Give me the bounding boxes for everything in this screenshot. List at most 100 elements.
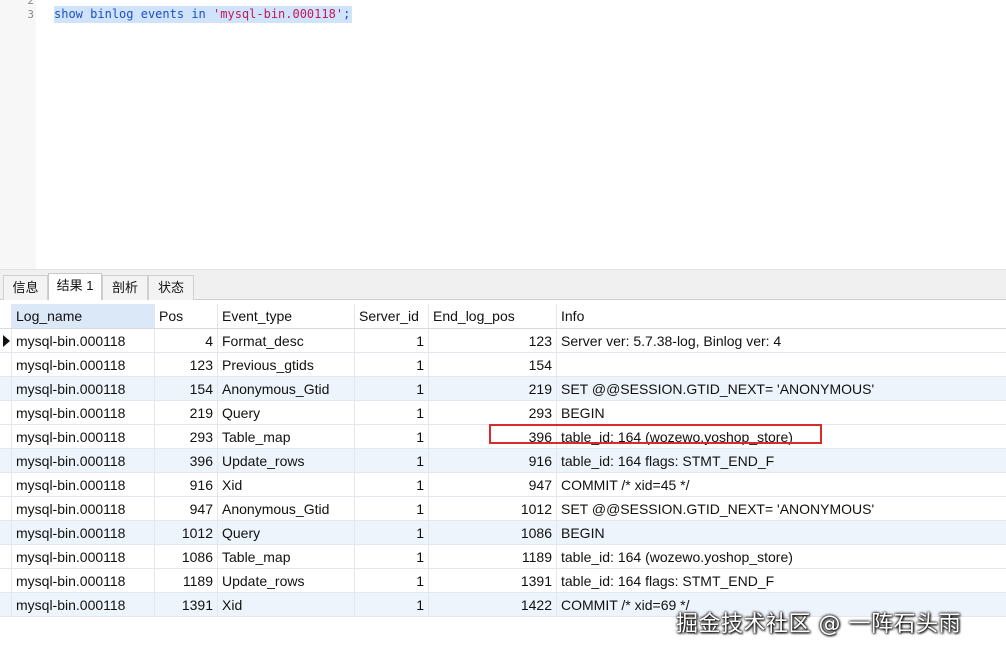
cell-event-type[interactable]: Table_map (218, 545, 355, 568)
cell-end-log-pos[interactable]: 947 (429, 473, 557, 496)
cell-server-id[interactable]: 1 (355, 449, 429, 472)
cell-event-type[interactable]: Query (218, 401, 355, 424)
column-header-server-id[interactable]: Server_id (355, 304, 429, 328)
cell-server-id[interactable]: 1 (355, 497, 429, 520)
tab-status[interactable]: 状态 (148, 275, 194, 300)
cell-end-log-pos[interactable]: 1391 (429, 569, 557, 592)
cell-pos[interactable]: 154 (155, 377, 218, 400)
cell-log-name[interactable]: mysql-bin.000118 (12, 497, 155, 520)
cell-log-name[interactable]: mysql-bin.000118 (12, 449, 155, 472)
table-row[interactable]: mysql-bin.000118 4 Format_desc 1 123 Ser… (0, 329, 1006, 353)
cell-end-log-pos[interactable]: 293 (429, 401, 557, 424)
cell-pos[interactable]: 1189 (155, 569, 218, 592)
cell-info[interactable]: table_id: 164 (wozewo.yoshop_store) (557, 425, 1006, 448)
cell-pos[interactable]: 1391 (155, 593, 218, 616)
cell-event-type[interactable]: Xid (218, 593, 355, 616)
cell-info[interactable]: table_id: 164 (wozewo.yoshop_store) (557, 545, 1006, 568)
sql-string-literal: 'mysql-bin.000118' (213, 7, 344, 21)
cell-log-name[interactable]: mysql-bin.000118 (12, 569, 155, 592)
cell-info[interactable]: BEGIN (557, 521, 1006, 544)
table-row[interactable]: mysql-bin.000118 219 Query 1 293 BEGIN (0, 401, 1006, 425)
cell-server-id[interactable]: 1 (355, 425, 429, 448)
tab-profile[interactable]: 剖析 (102, 275, 148, 300)
cell-event-type[interactable]: Update_rows (218, 569, 355, 592)
cell-event-type[interactable]: Format_desc (218, 329, 355, 352)
cell-end-log-pos[interactable]: 1422 (429, 593, 557, 616)
cell-log-name[interactable]: mysql-bin.000118 (12, 593, 155, 616)
table-row[interactable]: mysql-bin.000118 154 Anonymous_Gtid 1 21… (0, 377, 1006, 401)
cell-event-type[interactable]: Previous_gtids (218, 353, 355, 376)
cell-pos[interactable]: 1086 (155, 545, 218, 568)
column-header-event-type[interactable]: Event_type (218, 304, 355, 328)
cell-log-name[interactable]: mysql-bin.000118 (12, 353, 155, 376)
cell-end-log-pos[interactable]: 123 (429, 329, 557, 352)
cell-end-log-pos[interactable]: 1086 (429, 521, 557, 544)
cell-end-log-pos[interactable]: 1012 (429, 497, 557, 520)
cell-info[interactable]: Server ver: 5.7.38-log, Binlog ver: 4 (557, 329, 1006, 352)
cell-log-name[interactable]: mysql-bin.000118 (12, 521, 155, 544)
cell-server-id[interactable]: 1 (355, 329, 429, 352)
cell-log-name[interactable]: mysql-bin.000118 (12, 377, 155, 400)
column-header-info[interactable]: Info (557, 304, 1006, 328)
cell-pos[interactable]: 1012 (155, 521, 218, 544)
tab-info[interactable]: 信息 (3, 275, 48, 300)
cell-info[interactable]: COMMIT /* xid=45 */ (557, 473, 1006, 496)
table-row[interactable]: mysql-bin.000118 123 Previous_gtids 1 15… (0, 353, 1006, 377)
table-row[interactable]: mysql-bin.000118 1012 Query 1 1086 BEGIN (0, 521, 1006, 545)
cell-event-type[interactable]: Query (218, 521, 355, 544)
cell-pos[interactable]: 219 (155, 401, 218, 424)
cell-info[interactable]: table_id: 164 flags: STMT_END_F (557, 569, 1006, 592)
cell-event-type[interactable]: Table_map (218, 425, 355, 448)
cell-pos[interactable]: 947 (155, 497, 218, 520)
cell-end-log-pos[interactable]: 916 (429, 449, 557, 472)
cell-event-type[interactable]: Update_rows (218, 449, 355, 472)
sql-query-line[interactable]: show binlog events in 'mysql-bin.000118'… (54, 6, 353, 23)
cell-pos[interactable]: 293 (155, 425, 218, 448)
cell-log-name[interactable]: mysql-bin.000118 (12, 473, 155, 496)
cell-server-id[interactable]: 1 (355, 521, 429, 544)
table-row[interactable]: mysql-bin.000118 396 Update_rows 1 916 t… (0, 449, 1006, 473)
cell-server-id[interactable]: 1 (355, 377, 429, 400)
row-indicator (0, 593, 12, 616)
tab-result-1[interactable]: 结果 1 (48, 273, 102, 300)
cell-event-type[interactable]: Anonymous_Gtid (218, 497, 355, 520)
cell-log-name[interactable]: mysql-bin.000118 (12, 545, 155, 568)
cell-event-type[interactable]: Xid (218, 473, 355, 496)
table-row[interactable]: mysql-bin.000118 1189 Update_rows 1 1391… (0, 569, 1006, 593)
cell-pos[interactable]: 123 (155, 353, 218, 376)
cell-pos[interactable]: 396 (155, 449, 218, 472)
cell-server-id[interactable]: 1 (355, 593, 429, 616)
cell-server-id[interactable]: 1 (355, 569, 429, 592)
cell-info[interactable]: table_id: 164 flags: STMT_END_F (557, 449, 1006, 472)
table-row[interactable]: mysql-bin.000118 916 Xid 1 947 COMMIT /*… (0, 473, 1006, 497)
row-indicator (0, 569, 12, 592)
cell-server-id[interactable]: 1 (355, 401, 429, 424)
column-header-pos[interactable]: Pos (155, 304, 218, 328)
table-row[interactable]: mysql-bin.000118 293 Table_map 1 396 tab… (0, 425, 1006, 449)
cell-event-type[interactable]: Anonymous_Gtid (218, 377, 355, 400)
cell-info[interactable]: BEGIN (557, 401, 1006, 424)
cell-end-log-pos[interactable]: 396 (429, 425, 557, 448)
cell-server-id[interactable]: 1 (355, 353, 429, 376)
cell-info[interactable]: SET @@SESSION.GTID_NEXT= 'ANONYMOUS' (557, 497, 1006, 520)
table-row[interactable]: mysql-bin.000118 947 Anonymous_Gtid 1 10… (0, 497, 1006, 521)
cell-end-log-pos[interactable]: 219 (429, 377, 557, 400)
column-header-log-name[interactable]: Log_name (12, 304, 155, 328)
sql-editor[interactable]: 2 3 show binlog events in 'mysql-bin.000… (0, 0, 1006, 270)
table-row[interactable]: mysql-bin.000118 1086 Table_map 1 1189 t… (0, 545, 1006, 569)
cell-pos[interactable]: 916 (155, 473, 218, 496)
cell-log-name[interactable]: mysql-bin.000118 (12, 425, 155, 448)
cell-server-id[interactable]: 1 (355, 545, 429, 568)
cell-log-name[interactable]: mysql-bin.000118 (12, 401, 155, 424)
cell-pos[interactable]: 4 (155, 329, 218, 352)
cell-end-log-pos[interactable]: 1189 (429, 545, 557, 568)
cell-log-name[interactable]: mysql-bin.000118 (12, 329, 155, 352)
cell-info[interactable]: SET @@SESSION.GTID_NEXT= 'ANONYMOUS' (557, 377, 1006, 400)
sql-keyword: binlog (90, 7, 134, 21)
column-header-end-log-pos[interactable]: End_log_pos (429, 304, 557, 328)
row-indicator (0, 329, 12, 352)
cell-info[interactable] (557, 353, 1006, 376)
row-indicator (0, 353, 12, 376)
cell-end-log-pos[interactable]: 154 (429, 353, 557, 376)
cell-server-id[interactable]: 1 (355, 473, 429, 496)
